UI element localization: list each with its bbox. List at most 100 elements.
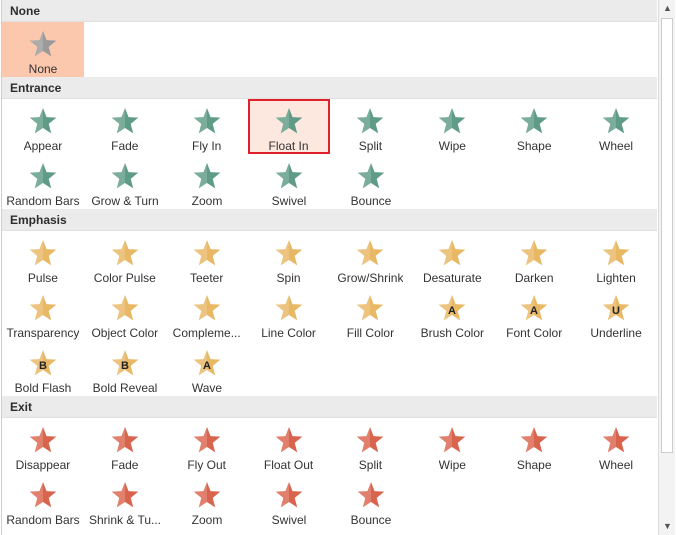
effect-entrance-float-in[interactable]: Float In [247, 99, 330, 154]
effect-emphasis-bold-reveal[interactable]: B Bold Reveal [84, 341, 166, 396]
effect-label: Bounce [350, 194, 392, 208]
spin-star-icon [273, 237, 305, 269]
effect-entrance-appear[interactable]: Appear [2, 99, 84, 154]
effect-exit-random-bars[interactable]: Random Bars [2, 473, 84, 528]
effect-exit-shrink-tu[interactable]: Shrink & Tu... [84, 473, 166, 528]
gallery-row: Pulse Color Pulse Teeter Spin Grow/Shrink Des… [2, 231, 657, 286]
effect-entrance-wheel[interactable]: Wheel [575, 99, 657, 154]
effect-exit-fade[interactable]: Fade [84, 418, 166, 473]
effect-entrance-wipe[interactable]: Wipe [411, 99, 493, 154]
effect-emphasis-fill-color[interactable]: Fill Color [330, 286, 412, 341]
vertical-scrollbar[interactable]: ▲ ▼ [658, 0, 675, 535]
bold-flash-star-icon: B [27, 347, 59, 379]
gallery-row: Appear Fade Fly In Float In Split Wipe Shape Wh… [2, 99, 657, 154]
effect-emphasis-object-color[interactable]: Object Color [84, 286, 166, 341]
effect-none-none[interactable]: None [2, 22, 84, 77]
scroll-up-arrow-icon[interactable]: ▲ [661, 2, 674, 15]
svg-text:B: B [121, 360, 129, 372]
effect-exit-wheel[interactable]: Wheel [575, 418, 657, 473]
effect-label: Random Bars [6, 194, 80, 208]
random-bars-star-icon [27, 160, 59, 192]
svg-text:U: U [612, 305, 620, 317]
random-bars-star-icon [27, 479, 59, 511]
effect-label: Random Bars [6, 513, 80, 527]
effect-exit-split[interactable]: Split [330, 418, 412, 473]
effect-emphasis-line-color[interactable]: Line Color [248, 286, 330, 341]
effect-label: Darken [514, 271, 554, 285]
effect-entrance-split[interactable]: Split [330, 99, 412, 154]
animation-sections: None None Entrance Appear Fade Fly In Float In… [2, 0, 657, 528]
pulse-star-icon [27, 237, 59, 269]
effect-exit-bounce[interactable]: Bounce [330, 473, 412, 528]
effect-exit-disappear[interactable]: Disappear [2, 418, 84, 473]
gallery-row: B Bold Flash B Bold Reveal A Wave [2, 341, 657, 396]
effect-entrance-shape[interactable]: Shape [493, 99, 575, 154]
effect-exit-shape[interactable]: Shape [493, 418, 575, 473]
effect-exit-float-out[interactable]: Float Out [248, 418, 330, 473]
effect-emphasis-color-pulse[interactable]: Color Pulse [84, 231, 166, 286]
effect-emphasis-darken[interactable]: Darken [493, 231, 575, 286]
effect-entrance-zoom[interactable]: Zoom [166, 154, 248, 209]
effect-emphasis-pulse[interactable]: Pulse [2, 231, 84, 286]
effect-label: None [28, 62, 58, 76]
underline-star-icon: U [600, 292, 632, 324]
desaturate-star-icon [436, 237, 468, 269]
effect-exit-swivel[interactable]: Swivel [248, 473, 330, 528]
effect-label: Compleme... [172, 326, 241, 340]
effect-label: Transparency [6, 326, 80, 340]
effect-emphasis-underline[interactable]: U Underline [575, 286, 657, 341]
effect-label: Underline [590, 326, 642, 340]
effect-label: Spin [276, 271, 301, 285]
effect-emphasis-spin[interactable]: Spin [248, 231, 330, 286]
effect-label: Zoom [191, 194, 223, 208]
gallery-row: Disappear Fade Fly Out Float Out Split Wipe Sh… [2, 418, 657, 473]
effect-emphasis-bold-flash[interactable]: B Bold Flash [2, 341, 84, 396]
effect-label: Lighten [596, 271, 636, 285]
effect-emphasis-desaturate[interactable]: Desaturate [411, 231, 493, 286]
effect-emphasis-wave[interactable]: A Wave [166, 341, 248, 396]
effect-label: Bold Reveal [92, 381, 158, 395]
effect-label: Font Color [506, 326, 563, 340]
scroll-down-arrow-icon[interactable]: ▼ [661, 520, 674, 533]
swivel-star-icon [273, 479, 305, 511]
effect-entrance-grow-turn[interactable]: Grow & Turn [84, 154, 166, 209]
scroll-thumb[interactable] [661, 18, 673, 453]
effect-exit-fly-out[interactable]: Fly Out [166, 418, 248, 473]
effect-emphasis-grow-shrink[interactable]: Grow/Shrink [330, 231, 412, 286]
effect-entrance-fly-in[interactable]: Fly In [166, 99, 248, 154]
svg-text:B: B [39, 360, 47, 372]
effect-entrance-random-bars[interactable]: Random Bars [2, 154, 84, 209]
fill-color-star-icon [354, 292, 386, 324]
effect-label: Swivel [271, 194, 307, 208]
transparency-star-icon [27, 292, 59, 324]
effect-label: Bold Flash [14, 381, 72, 395]
color-pulse-star-icon [109, 237, 141, 269]
bold-reveal-star-icon: B [109, 347, 141, 379]
effect-entrance-bounce[interactable]: Bounce [330, 154, 412, 209]
effect-label: Bounce [350, 513, 392, 527]
effect-label: Fill Color [346, 326, 395, 340]
grow-shrink-star-icon [354, 237, 386, 269]
effect-emphasis-teeter[interactable]: Teeter [166, 231, 248, 286]
effect-entrance-swivel[interactable]: Swivel [248, 154, 330, 209]
effect-emphasis-lighten[interactable]: Lighten [575, 231, 657, 286]
effect-label: Shape [516, 458, 552, 472]
effect-emphasis-compleme[interactable]: Compleme... [166, 286, 248, 341]
effect-emphasis-brush-color[interactable]: A Brush Color [411, 286, 493, 341]
effect-label: Pulse [27, 271, 58, 285]
fade-star-icon [109, 105, 141, 137]
teeter-star-icon [191, 237, 223, 269]
effect-emphasis-font-color[interactable]: A Font Color [493, 286, 575, 341]
effect-label: Split [358, 139, 383, 153]
effect-label: Wave [191, 381, 223, 395]
effect-exit-wipe[interactable]: Wipe [411, 418, 493, 473]
effect-label: Desaturate [422, 271, 482, 285]
effect-emphasis-transparency[interactable]: Transparency [2, 286, 84, 341]
effect-entrance-fade[interactable]: Fade [84, 99, 166, 154]
appear-star-icon [27, 105, 59, 137]
effect-exit-zoom[interactable]: Zoom [166, 473, 248, 528]
section-header-emphasis: Emphasis [2, 209, 657, 231]
svg-text:A: A [448, 305, 456, 317]
gallery-row: None [2, 22, 657, 77]
gallery-row: Random Bars Shrink & Tu... Zoom Swivel Bounc… [2, 473, 657, 528]
